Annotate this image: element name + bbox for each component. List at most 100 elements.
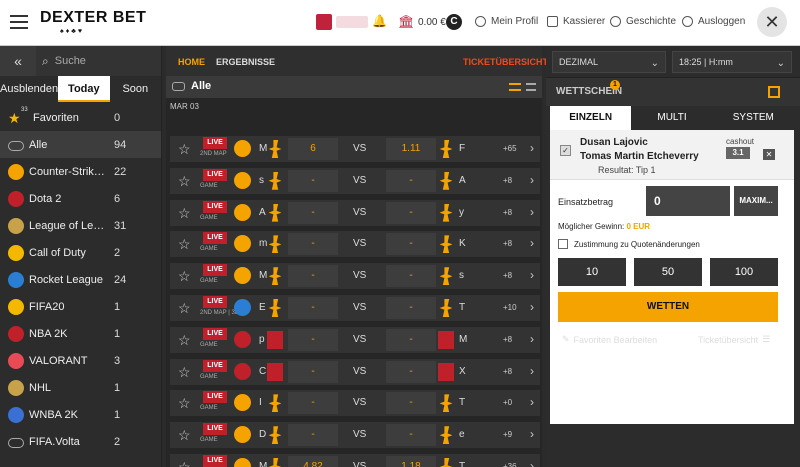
more-markets-count[interactable]: +0 (503, 398, 512, 407)
favorite-star-icon[interactable]: ☆ (178, 268, 191, 285)
tab-soon[interactable]: Soon (109, 76, 162, 102)
tab-home[interactable]: HOME (178, 57, 205, 67)
remove-bet-button[interactable]: ✕ (763, 149, 775, 160)
currency-icon[interactable]: C (446, 14, 462, 30)
favorite-star-icon[interactable]: ☆ (178, 141, 191, 158)
stake-input[interactable]: 0 (646, 186, 730, 216)
logo[interactable]: DEXTER BET (40, 9, 146, 27)
team1-odd[interactable]: - (288, 169, 338, 192)
chevron-right-icon[interactable]: › (530, 459, 534, 467)
time-format-select[interactable]: 18:25 | H:mm ⌄ (672, 51, 792, 73)
chevron-right-icon[interactable]: › (530, 332, 534, 346)
more-markets-count[interactable]: +36 (503, 462, 517, 467)
odds-format-select[interactable]: DEZIMAL ⌄ (552, 51, 666, 73)
place-bet-button[interactable]: WETTEN (558, 292, 778, 322)
compact-view-icon[interactable] (526, 83, 536, 91)
favorite-star-icon[interactable]: ☆ (178, 236, 191, 253)
list-view-icon[interactable] (509, 83, 521, 91)
more-markets-count[interactable]: +8 (503, 208, 512, 217)
team1-odd[interactable]: - (288, 360, 338, 383)
more-markets-count[interactable]: +65 (503, 144, 517, 153)
accept-odds-change[interactable]: Zustimmung zu Quotenänderungen (558, 239, 700, 249)
match-row[interactable]: ☆ LIVE GAME A - VS - y +8 › (170, 199, 540, 226)
user-icon[interactable] (316, 14, 332, 30)
chevron-right-icon[interactable]: › (530, 395, 534, 409)
ticket-overview-link[interactable]: Ticketübersicht ☰ (698, 334, 770, 345)
chevron-right-icon[interactable]: › (530, 141, 534, 155)
more-markets-count[interactable]: +8 (503, 271, 512, 280)
sidebar-item[interactable]: ★ 33 Favoriten 0 (0, 104, 161, 131)
match-row[interactable]: ☆ LIVE GAME m - VS - K +8 › (170, 231, 540, 258)
search-input[interactable] (54, 55, 145, 67)
cashier-link[interactable]: Kassierer (547, 16, 605, 27)
chevron-right-icon[interactable]: › (530, 205, 534, 219)
team2-odd[interactable]: - (386, 201, 436, 224)
profile-link[interactable]: Mein Profil (475, 16, 538, 27)
sidebar-item[interactable]: Rocket League 24 (0, 266, 161, 293)
max-stake-button[interactable]: MAXIM... (734, 186, 778, 216)
sidebar-item[interactable]: FIFA.Volta 2 (0, 428, 161, 455)
sidebar-item[interactable]: League of Lege... 31 (0, 212, 161, 239)
expand-icon[interactable] (768, 86, 780, 98)
sidebar-item[interactable]: FIFA20 1 (0, 293, 161, 320)
sidebar-item[interactable]: VALORANT 3 (0, 347, 161, 374)
history-link[interactable]: Geschichte (610, 16, 676, 27)
team1-odd[interactable]: - (288, 424, 338, 447)
sidebar-item[interactable]: Counter-Strike: ... 22 (0, 158, 161, 185)
favorite-star-icon[interactable]: ☆ (178, 459, 191, 467)
favorite-star-icon[interactable]: ☆ (178, 332, 191, 349)
match-row[interactable]: ☆LIVE3RD MAPM4.82VS1.18T+36› (170, 454, 540, 467)
team2-odd[interactable]: 1.18 (386, 456, 436, 467)
logout-link[interactable]: Ausloggen (682, 16, 745, 27)
team2-odd[interactable]: - (386, 265, 436, 288)
team2-odd[interactable]: - (386, 169, 436, 192)
team1-odd[interactable]: - (288, 392, 338, 415)
match-row[interactable]: ☆ LIVE GAME p - VS - M +8 › (170, 326, 540, 353)
tab-results[interactable]: ERGEBNISSE (216, 57, 275, 67)
team2-odd[interactable]: - (386, 328, 436, 351)
tab-today[interactable]: Today (58, 76, 110, 102)
more-markets-count[interactable]: +8 (503, 335, 512, 344)
favorite-star-icon[interactable]: ☆ (178, 364, 191, 381)
match-row[interactable]: ☆ LIVE GAME s - VS - A +8 › (170, 167, 540, 194)
tab-ticket-overview[interactable]: TICKETÜBERSICHT (463, 57, 548, 67)
favorite-star-icon[interactable]: ☆ (178, 173, 191, 190)
team1-odd[interactable]: - (288, 233, 338, 256)
team2-odd[interactable]: - (386, 392, 436, 415)
team1-odd[interactable]: 4.82 (288, 456, 338, 467)
close-button[interactable]: ✕ (757, 7, 787, 37)
chevron-right-icon[interactable]: › (530, 173, 534, 187)
selection-checkbox[interactable]: ✓ (560, 145, 571, 156)
more-markets-count[interactable]: +8 (503, 176, 512, 185)
sidebar-item[interactable]: NBA 2K 1 (0, 320, 161, 347)
tab-hide[interactable]: Ausblenden (0, 76, 59, 102)
team1-odd[interactable]: - (288, 328, 338, 351)
match-row[interactable]: ☆ LIVE GAME M - VS - s +8 › (170, 263, 540, 290)
team2-odd[interactable]: - (386, 297, 436, 319)
bank-icon[interactable]: 🏛 (398, 14, 415, 30)
more-markets-count[interactable]: +8 (503, 367, 512, 376)
quick-stake-50[interactable]: 50 (634, 258, 702, 286)
sidebar-item[interactable]: Alle 94 (0, 131, 161, 158)
quick-stake-100[interactable]: 100 (710, 258, 778, 286)
team2-odd[interactable]: 1.11 (386, 138, 436, 160)
favorite-star-icon[interactable]: ☆ (178, 427, 191, 444)
chevron-right-icon[interactable]: › (530, 300, 534, 314)
match-row[interactable]: ☆ LIVE GAME I - VS - T +0 › (170, 390, 540, 417)
hamburger-menu-icon[interactable] (10, 15, 28, 29)
edit-favorites-link[interactable]: ✎ Favoriten Bearbeiten (562, 334, 657, 345)
chevron-right-icon[interactable]: › (530, 236, 534, 250)
quick-stake-10[interactable]: 10 (558, 258, 626, 286)
sidebar-item[interactable]: NHL 1 (0, 374, 161, 401)
sidebar-item[interactable]: Call of Duty 2 (0, 239, 161, 266)
favorite-star-icon[interactable]: ☆ (178, 300, 191, 317)
collapse-sidebar-button[interactable]: « (0, 46, 36, 76)
team2-odd[interactable]: - (386, 233, 436, 256)
match-row[interactable]: ☆ LIVE 2ND MAP M 6 VS 1.11 F +65 › (170, 136, 540, 162)
match-row[interactable]: ☆ LIVE GAME D - VS - e +9 › (170, 422, 540, 449)
more-markets-count[interactable]: +9 (503, 430, 512, 439)
chevron-right-icon[interactable]: › (530, 427, 534, 441)
accept-odds-checkbox[interactable] (558, 239, 568, 249)
team1-odd[interactable]: - (288, 265, 338, 288)
favorite-star-icon[interactable]: ☆ (178, 205, 191, 222)
